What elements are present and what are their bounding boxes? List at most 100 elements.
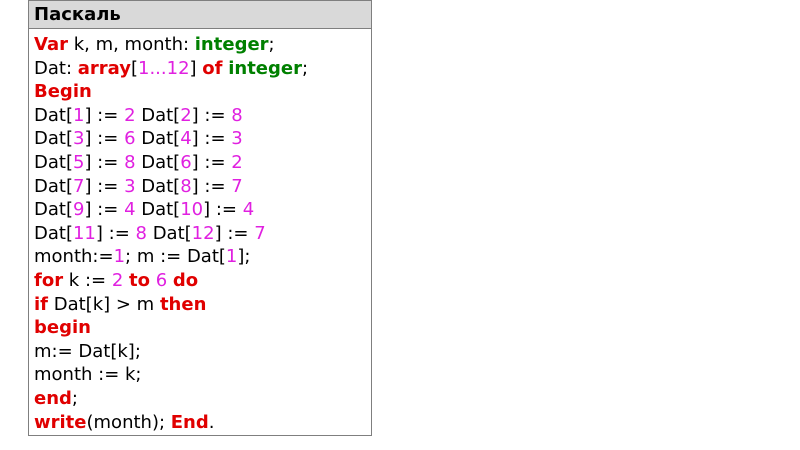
number-token: 6 <box>180 151 192 173</box>
number-token: 1 <box>225 246 238 268</box>
code-token: Dat[ <box>135 104 181 126</box>
code-line: if Dat[k] > m then <box>34 293 371 317</box>
code-token: Dat[ <box>135 151 181 173</box>
number-token: 2 <box>231 151 243 173</box>
code-token: Dat[ <box>135 199 181 221</box>
code-token: ; <box>268 34 275 55</box>
keyword-token: array <box>77 57 131 79</box>
code-token: Dat[ <box>135 128 181 150</box>
code-token: ; <box>302 57 309 79</box>
number-token: 4 <box>242 199 255 221</box>
code-token: ]; <box>237 246 251 268</box>
number-token: 7 <box>231 175 243 197</box>
number-token: 4 <box>124 199 136 221</box>
keyword-token: Var <box>34 34 68 55</box>
code-token: Dat[k] > m <box>48 293 160 315</box>
keyword-token: if <box>34 293 49 315</box>
code-line: end; <box>34 387 371 411</box>
number-token: 2 <box>111 269 124 291</box>
type-token: integer <box>228 57 302 79</box>
code-line: for k := 2 to 6 do <box>34 269 371 293</box>
number-token: 1 <box>113 246 126 268</box>
code-token: ] := <box>203 199 243 221</box>
keyword-token: do <box>172 269 199 291</box>
code-token: ] := <box>95 222 136 244</box>
code-body: Var k, m, month: integer; Dat: array[1...… <box>29 29 371 434</box>
number-token: 6 <box>124 128 136 150</box>
language-header: Паскаль <box>29 1 371 29</box>
code-token: Dat[ <box>34 222 73 244</box>
number-token: 11 <box>72 222 96 244</box>
code-token: Dat[ <box>34 104 73 126</box>
code-token: ] <box>189 57 203 79</box>
code-line: write(month); End. <box>34 411 371 435</box>
code-token: Dat[ <box>146 222 192 244</box>
code-token: ] := <box>191 151 232 173</box>
number-token: 2 <box>124 104 136 126</box>
code-line: m:= Dat[k]; <box>34 340 371 364</box>
keyword-token: begin <box>34 317 91 339</box>
code-line: Dat[3] := 6 Dat[4] := 3 <box>34 127 371 151</box>
code-token: ; m := Dat[ <box>125 246 226 268</box>
keyword-token: End <box>170 411 209 433</box>
code-line: Dat[7] := 3 Dat[8] := 7 <box>34 175 371 199</box>
number-token: 6 <box>155 269 168 291</box>
number-token: 8 <box>124 151 136 173</box>
code-token: ] := <box>84 104 125 126</box>
code-token: Dat: <box>34 57 78 79</box>
keyword-token: for <box>34 269 64 291</box>
number-token: 12 <box>191 222 215 244</box>
number-token: 1...12 <box>138 57 190 79</box>
number-token: 7 <box>72 175 85 197</box>
code-line: Var k, m, month: integer; <box>34 33 371 57</box>
code-line: Dat[5] := 8 Dat[6] := 2 <box>34 151 371 175</box>
code-line: Dat[11] := 8 Dat[12] := 7 <box>34 222 371 246</box>
code-token: (month); <box>86 411 171 433</box>
number-token: 7 <box>254 222 266 244</box>
code-token: k := <box>63 269 112 291</box>
number-token: 8 <box>135 222 147 244</box>
number-token: 5 <box>72 151 85 173</box>
code-token: ] := <box>191 175 232 197</box>
code-token: ] := <box>191 104 232 126</box>
code-token: ] := <box>84 175 125 197</box>
number-token: 1 <box>72 104 85 126</box>
code-line: Begin <box>34 80 371 104</box>
keyword-token: of <box>202 57 223 79</box>
number-token: 8 <box>231 104 243 126</box>
keyword-token: then <box>159 293 207 315</box>
code-token: month:= <box>34 246 114 268</box>
code-token: ] := <box>191 128 232 150</box>
code-token: Dat[ <box>34 199 73 221</box>
code-token: k, m, month: <box>67 34 195 55</box>
code-line: Dat[1] := 2 Dat[2] := 8 <box>34 104 371 128</box>
code-token: Dat[ <box>34 151 73 173</box>
number-token: 3 <box>72 128 85 150</box>
number-token: 9 <box>72 199 85 221</box>
code-token: m:= Dat[k]; <box>34 340 141 362</box>
keyword-token: to <box>129 269 150 291</box>
number-token: 8 <box>180 175 192 197</box>
keyword-token: Begin <box>34 81 92 103</box>
code-line: begin <box>34 316 371 340</box>
code-token: Dat[ <box>34 128 73 150</box>
code-listing-panel: Паскаль Var k, m, month: integer; Dat: ar… <box>28 0 372 436</box>
number-token: 10 <box>180 199 204 221</box>
code-token: Dat[ <box>135 175 181 197</box>
code-token: . <box>208 411 215 433</box>
code-token: ] := <box>84 199 125 221</box>
code-line: month := k; <box>34 363 371 387</box>
number-token: 4 <box>180 128 192 150</box>
number-token: 3 <box>231 128 243 150</box>
code-token: [ <box>130 57 138 79</box>
code-token: month := k; <box>34 364 142 386</box>
type-token: integer <box>194 34 269 55</box>
code-token: ] := <box>214 222 255 244</box>
code-line: Dat[9] := 4 Dat[10] := 4 <box>34 198 371 222</box>
code-line: month:=1; m := Dat[1]; <box>34 245 371 269</box>
keyword-token: write <box>34 411 87 433</box>
number-token: 3 <box>124 175 136 197</box>
code-token: Dat[ <box>34 175 73 197</box>
code-token: ] := <box>84 151 125 173</box>
code-token: ] := <box>84 128 125 150</box>
